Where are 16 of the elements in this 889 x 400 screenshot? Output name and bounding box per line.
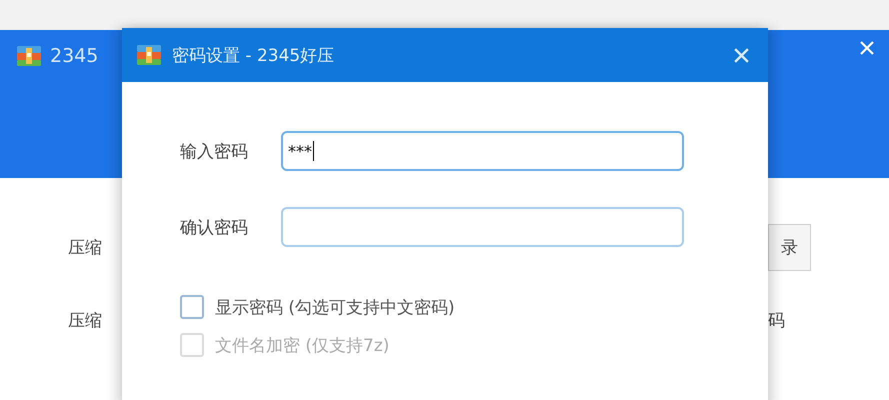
dialog-title: 密码设置 - 2345好压 — [172, 44, 334, 66]
archive-icon — [136, 44, 162, 66]
password-field[interactable]: *** — [281, 131, 684, 171]
password-field[interactable] — [281, 207, 684, 247]
checkbox[interactable] — [180, 295, 204, 319]
close-icon[interactable] — [733, 46, 750, 64]
field-label: 输入密码 — [180, 140, 249, 162]
window-title: 2345 — [50, 45, 98, 67]
option-label: 压缩 — [68, 237, 103, 259]
option-label: 压缩 — [68, 310, 103, 332]
archive-icon — [16, 45, 42, 67]
browse-button[interactable]: 录 — [768, 224, 811, 271]
checkbox-label: 显示密码 (勾选可支持中文密码) — [215, 296, 455, 318]
field-label: 确认密码 — [180, 216, 249, 238]
checkbox-label: 文件名加密 (仅支持7z) — [215, 334, 390, 356]
option-label: 码 — [768, 310, 785, 332]
